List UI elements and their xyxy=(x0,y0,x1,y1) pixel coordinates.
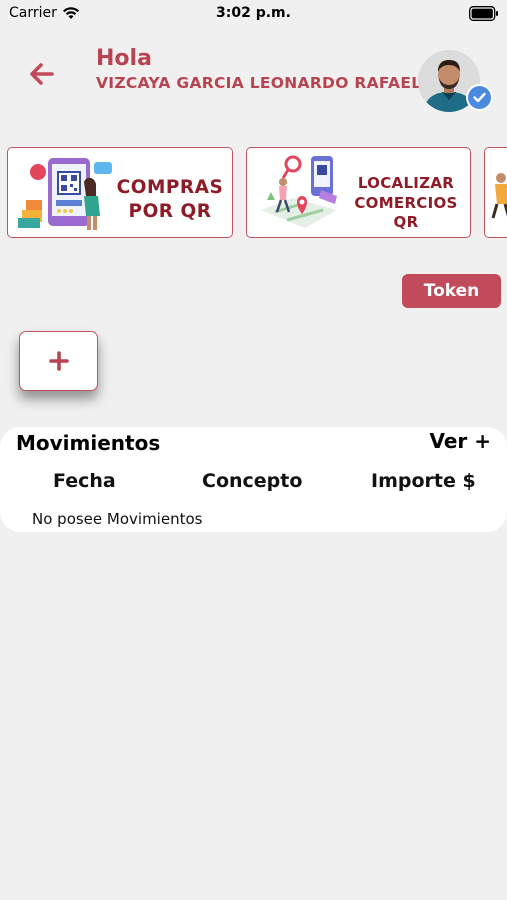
banner-2-line-2: COMERCIOS QR xyxy=(354,193,458,232)
plus-icon xyxy=(48,351,69,371)
token-button[interactable]: Token xyxy=(402,274,501,308)
see-more-link[interactable]: Ver + xyxy=(429,429,491,453)
map-locator-illustration xyxy=(261,155,337,228)
partial-banner[interactable] xyxy=(484,147,507,238)
column-header-date: Fecha xyxy=(53,470,116,492)
column-header-amount: Importe $ xyxy=(371,470,476,492)
column-header-concept: Concepto xyxy=(202,470,303,492)
battery-icon xyxy=(469,6,498,21)
user-name: VIZCAYA GARCIA LEONARDO RAFAEL xyxy=(96,74,422,92)
banner-1-line-2: POR QR xyxy=(128,201,212,223)
banner-2-line-1: LOCALIZAR xyxy=(357,174,455,192)
locate-merchants-banner[interactable]: LOCALIZAR COMERCIOS QR xyxy=(246,147,471,238)
back-arrow-icon[interactable] xyxy=(26,58,58,90)
add-button[interactable] xyxy=(19,331,98,391)
verified-check-icon xyxy=(466,84,493,111)
movements-title: Movimientos xyxy=(16,431,161,455)
banner-1-line-1: COMPRAS xyxy=(116,177,224,198)
movements-panel: Movimientos Ver + Fecha Concepto Importe… xyxy=(0,427,507,532)
greeting: Hola xyxy=(96,46,152,71)
qr-shopping-illustration xyxy=(18,158,112,230)
qr-purchase-label: COMPRAS POR QR xyxy=(112,176,228,224)
qr-purchase-banner[interactable]: COMPRAS POR QR xyxy=(7,147,233,238)
partial-banner-illustration xyxy=(491,173,507,219)
locate-merchants-label: LOCALIZAR COMERCIOS QR xyxy=(341,174,470,233)
empty-movements-message: No posee Movimientos xyxy=(32,510,203,528)
clock: 3:02 p.m. xyxy=(216,5,291,21)
status-bar: Carrier 3:02 p.m. xyxy=(0,0,507,28)
